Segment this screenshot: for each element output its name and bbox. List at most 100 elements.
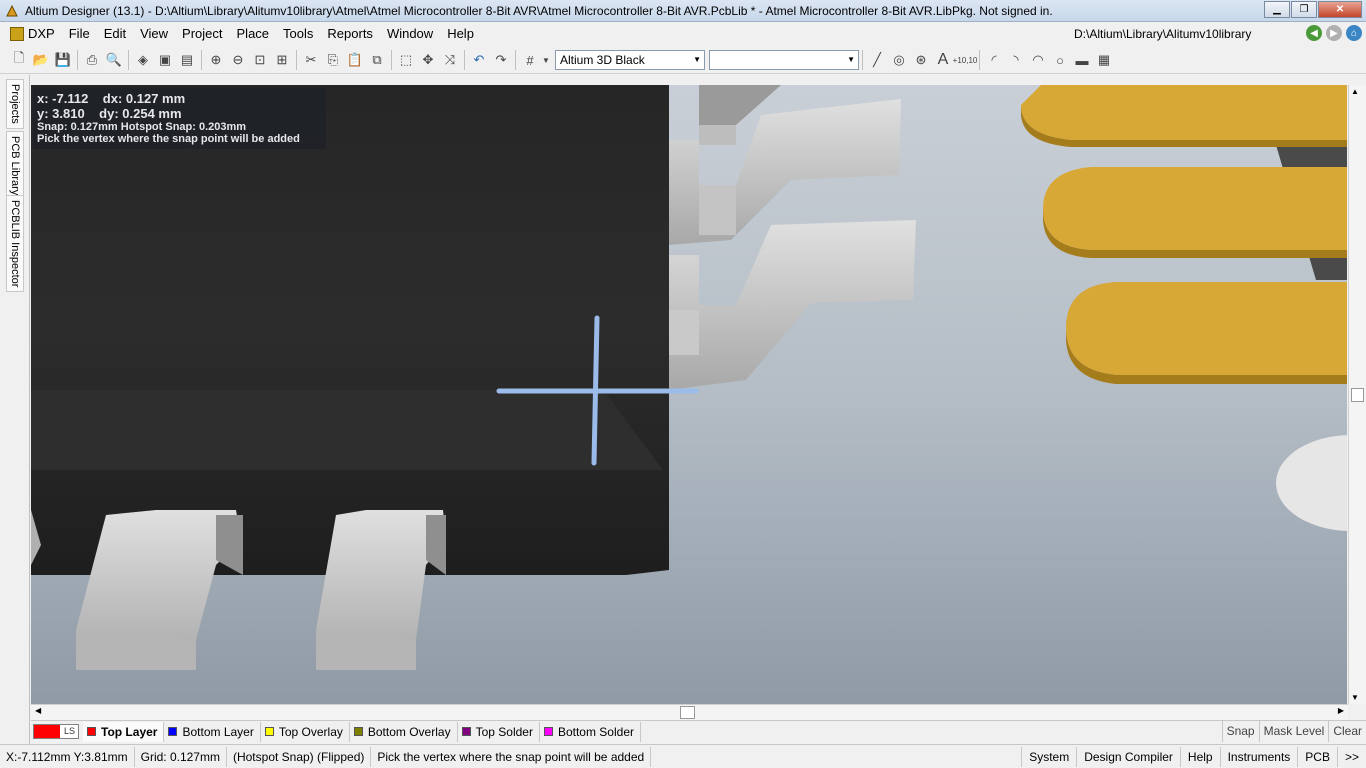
undo-icon[interactable]: ↶ [468, 49, 490, 71]
hud-hint: Pick the vertex where the snap point wil… [37, 133, 300, 145]
vertical-scrollbar[interactable]: ▲ ▼ [1348, 85, 1366, 704]
heads-up-display: x: -7.112 dx: 0.127 mm y: 3.810 dy: 0.25… [33, 87, 326, 149]
hud-dy: dy: 0.254 mm [99, 106, 182, 121]
grid-icon[interactable]: # [519, 49, 541, 71]
pcb-3d-viewport[interactable]: x: -7.112 dx: 0.127 mm y: 3.810 dy: 0.25… [31, 85, 1347, 704]
select-area-icon[interactable]: ⬚ [395, 49, 417, 71]
vertical-scroll-thumb[interactable] [1351, 388, 1364, 402]
window-title: Altium Designer (13.1) - D:\Altium\Libra… [25, 3, 1053, 18]
status-message: Pick the vertex where the snap point wil… [371, 746, 652, 767]
copy-icon[interactable]: ⎘ [322, 49, 344, 71]
chevron-down-icon: ▼ [693, 55, 701, 64]
save-icon[interactable]: 💾 [52, 49, 74, 71]
print-icon[interactable]: ⎙ [81, 49, 103, 71]
new-file-icon[interactable]: 🗋 [8, 49, 30, 71]
menu-view[interactable]: View [133, 22, 175, 46]
redo-icon[interactable]: ↷ [490, 49, 512, 71]
home-icon[interactable]: ⌂ [1346, 25, 1362, 41]
minimize-button[interactable]: ▁ [1264, 1, 1290, 18]
menu-dxp[interactable]: DXP [0, 22, 62, 46]
scroll-down-icon[interactable]: ▼ [1351, 693, 1359, 702]
menu-window[interactable]: Window [380, 22, 440, 46]
layer-swatch [353, 727, 363, 736]
circle-icon[interactable]: ○ [1049, 49, 1071, 71]
back-icon[interactable]: ◀ [1306, 25, 1322, 41]
arc-center-icon[interactable]: ◜ [983, 49, 1005, 71]
layer-tab-bottom-layer[interactable]: Bottom Layer [164, 721, 261, 742]
layer-tab-top-solder[interactable]: Top Solder [458, 721, 540, 742]
forward-icon[interactable]: ▶ [1326, 25, 1342, 41]
layer-set-button[interactable]: LS [33, 724, 79, 739]
zoom-out-icon[interactable]: ⊖ [227, 49, 249, 71]
scroll-right-icon[interactable]: ▶ [1338, 706, 1344, 715]
place-via-icon[interactable]: ⊛ [910, 49, 932, 71]
place-pad-icon[interactable]: ◎ [888, 49, 910, 71]
place-string-icon[interactable]: A [932, 49, 954, 71]
cut-icon[interactable]: ✂ [300, 49, 322, 71]
document-path-dropdown[interactable]: D:\Altium\Library\Alitumv10library [1074, 25, 1270, 44]
menu-help[interactable]: Help [440, 22, 481, 46]
zoom-fit-icon[interactable]: ⊡ [249, 49, 271, 71]
left-panel-tabs: Projects PCB Library PCBLIB Inspector [0, 75, 30, 745]
menu-place[interactable]: Place [230, 22, 277, 46]
panel-design-compiler-button[interactable]: Design Compiler [1076, 747, 1180, 767]
layer-stack-icon[interactable]: ◈ [132, 49, 154, 71]
arc-any-icon[interactable]: ◠ [1027, 49, 1049, 71]
snap-button[interactable]: Snap [1221, 721, 1259, 742]
array-paste-icon[interactable]: ▦ [1093, 49, 1115, 71]
place-line-icon[interactable]: ╱ [866, 49, 888, 71]
grid-dropdown-icon[interactable]: ▼ [541, 49, 551, 71]
rubber-stamp-icon[interactable]: ⧉ [366, 49, 388, 71]
layer-tab-bottom-overlay[interactable]: Bottom Overlay [350, 721, 458, 742]
deselect-icon[interactable]: ⤨ [439, 49, 461, 71]
print-preview-icon[interactable]: 🔍 [103, 49, 125, 71]
zoom-area-icon[interactable]: ⊞ [271, 49, 293, 71]
pcb-3d-scene [31, 85, 1347, 670]
mask-level-button[interactable]: Mask Level [1258, 721, 1329, 742]
fill-icon[interactable]: ▬ [1071, 49, 1093, 71]
horizontal-scroll-thumb[interactable] [680, 706, 695, 719]
menu-project[interactable]: Project [175, 22, 229, 46]
zoom-in-icon[interactable]: ⊕ [205, 49, 227, 71]
title-bar: Altium Designer (13.1) - D:\Altium\Libra… [0, 0, 1366, 22]
menu-tools[interactable]: Tools [276, 22, 320, 46]
scroll-left-icon[interactable]: ◀ [35, 706, 41, 715]
hud-snap: Snap: 0.127mm Hotspot Snap: 0.203mm [37, 121, 247, 133]
place-coordinate-icon[interactable]: +10,10 [953, 49, 978, 71]
layer-tab-top-overlay[interactable]: Top Overlay [261, 721, 350, 742]
panel-system-button[interactable]: System [1021, 747, 1076, 767]
hud-y: y: 3.810 [37, 106, 85, 121]
menu-edit[interactable]: Edit [97, 22, 133, 46]
menu-file[interactable]: File [62, 22, 97, 46]
altium-app-icon [4, 3, 20, 19]
layer-tab-bottom-solder[interactable]: Bottom Solder [540, 721, 641, 742]
move-icon[interactable]: ✥ [417, 49, 439, 71]
open-folder-icon[interactable]: 📂 [30, 49, 52, 71]
paste-icon[interactable]: 📋 [344, 49, 366, 71]
scroll-up-icon[interactable]: ▲ [1351, 87, 1359, 96]
panel-pcb-button[interactable]: PCB [1297, 747, 1337, 767]
maximize-button[interactable]: ❐ [1291, 1, 1317, 18]
layer-tabs-bar: LS Top Layer Bottom Layer Top Overlay Bo… [31, 720, 1366, 742]
tab-pcblib-inspector[interactable]: PCBLIB Inspector [6, 195, 24, 293]
close-button[interactable]: ✕ [1318, 1, 1362, 18]
panel-help-button[interactable]: Help [1179, 747, 1220, 767]
layer-tab-top-layer[interactable]: Top Layer [83, 721, 165, 742]
layer-swatch [461, 727, 471, 736]
clear-button[interactable]: Clear [1328, 721, 1366, 742]
panel-instruments-button[interactable]: Instruments [1219, 747, 1298, 767]
view-configuration-select[interactable]: Altium 3D Black ▼ [555, 50, 705, 70]
tab-pcb-library[interactable]: PCB Library [6, 131, 24, 201]
ic-package-body [31, 85, 669, 575]
pad-2 [1043, 167, 1347, 258]
tab-projects[interactable]: Projects [6, 79, 24, 129]
menu-reports[interactable]: Reports [320, 22, 380, 46]
status-coordinates: X:-7.112mm Y:3.81mm [0, 746, 135, 767]
board-icon[interactable]: ▣ [154, 49, 176, 71]
dxp-icon [10, 27, 24, 41]
folder-icon[interactable]: ▤ [176, 49, 198, 71]
panel-more-button[interactable]: >> [1336, 747, 1366, 767]
horizontal-scrollbar[interactable]: ◀ ▶ [31, 704, 1348, 720]
secondary-select[interactable]: ▼ [709, 50, 859, 70]
arc-edge-icon[interactable]: ◝ [1005, 49, 1027, 71]
